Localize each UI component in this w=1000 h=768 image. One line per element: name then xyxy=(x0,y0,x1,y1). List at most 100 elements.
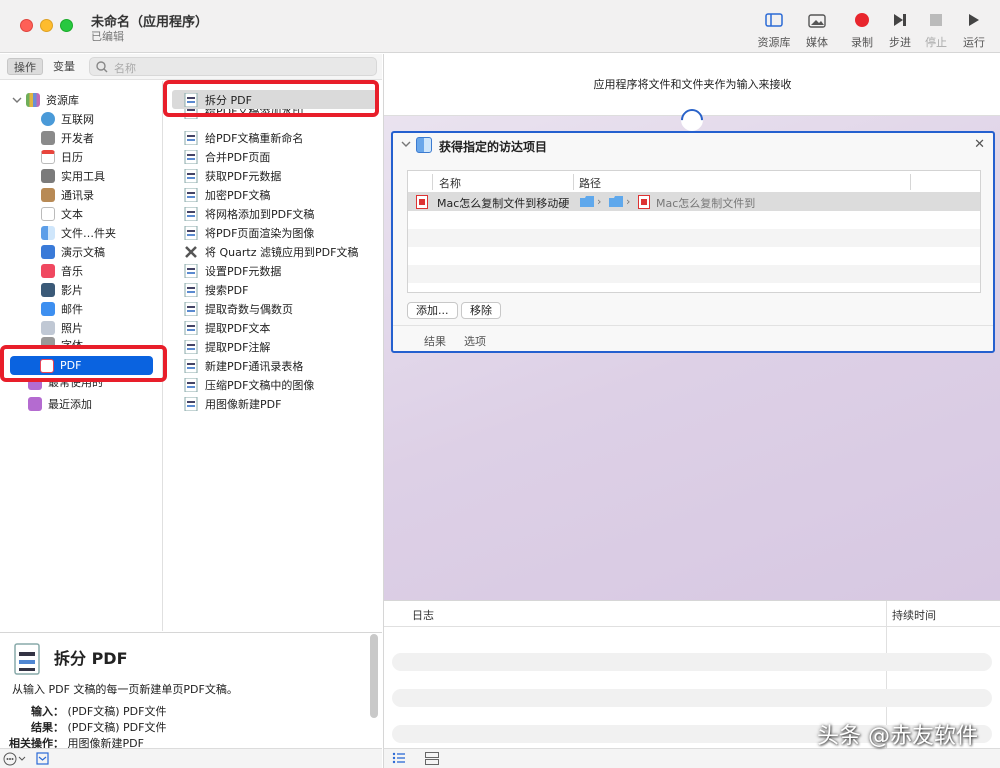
folder-icon xyxy=(609,196,623,207)
action-item[interactable]: 用图像新建PDF xyxy=(172,394,379,413)
action-item[interactable]: 压缩PDF文稿中的图像 xyxy=(172,375,379,394)
chevron-down-icon xyxy=(12,97,22,103)
chevron-down-icon[interactable] xyxy=(401,139,411,149)
photo-icon xyxy=(808,13,826,28)
search-input[interactable]: 名称 xyxy=(89,57,377,76)
tab-actions[interactable]: 操作 xyxy=(7,58,43,75)
contacts-icon xyxy=(41,187,55,202)
close-icon[interactable]: ✕ xyxy=(974,137,985,152)
pdf-action-icon xyxy=(184,149,198,164)
finder-icon xyxy=(416,137,432,153)
column-name[interactable]: 名称 xyxy=(439,175,461,191)
tab-variables[interactable]: 变量 xyxy=(47,58,81,75)
workflow-area[interactable]: 应用程序将文件和文件夹作为输入来接收 获得指定的访达项目 ✕ 名称 路径 Mac… xyxy=(383,54,1000,600)
title-bar: 未命名（应用程序） 已编辑 资源库 媒体 录制 步进 停止 运行 xyxy=(0,0,1000,53)
pdf-action-icon xyxy=(184,282,198,297)
action-item[interactable]: 新建PDF通讯录表格 xyxy=(172,356,379,375)
sidebar-item-developer[interactable]: 开发者 xyxy=(41,128,161,147)
sidebar-item-text[interactable]: 文本 xyxy=(41,204,161,223)
minimize-window-button[interactable] xyxy=(40,19,53,32)
description-result: 结果： (PDF文稿) PDF文件 xyxy=(31,721,167,734)
action-item[interactable]: 合并PDF页面 xyxy=(172,147,379,166)
action-item[interactable]: 将网格添加到PDF文稿 xyxy=(172,204,379,223)
column-duration[interactable]: 持续时间 xyxy=(892,607,936,623)
pdf-action-icon xyxy=(184,263,198,278)
globe-icon xyxy=(41,111,55,126)
pdf-action-icon xyxy=(184,377,198,392)
tab-results[interactable]: 结果 xyxy=(424,333,446,349)
pdf-action-icon xyxy=(184,168,198,183)
pdf-action-icon xyxy=(184,187,198,202)
pdf-action-icon xyxy=(184,320,198,335)
table-row[interactable]: Mac怎么复制文件到移动硬 › › Mac怎么复制文件到 xyxy=(408,193,980,211)
media-button[interactable]: 媒体 xyxy=(793,10,841,50)
row-path: Mac怎么复制文件到 xyxy=(656,197,756,210)
step-forward-icon xyxy=(894,14,906,26)
action-menu-icon[interactable] xyxy=(3,752,29,766)
pdf-action-icon xyxy=(184,206,198,221)
close-window-button[interactable] xyxy=(20,19,33,32)
pdf-action-icon xyxy=(184,130,198,145)
text-document-icon xyxy=(41,206,55,221)
mail-icon xyxy=(41,301,55,316)
split-view-icon[interactable] xyxy=(425,752,439,765)
window-subtitle: 已编辑 xyxy=(91,30,124,43)
remove-button[interactable]: 移除 xyxy=(461,302,501,319)
table-header: 名称 路径 xyxy=(408,171,980,193)
sidebar-item-utilities[interactable]: 实用工具 xyxy=(41,166,161,185)
tools-icon xyxy=(41,130,55,145)
sidebar-item-mail[interactable]: 邮件 xyxy=(41,299,161,318)
description-title: 拆分 PDF xyxy=(54,649,128,668)
watermark: 头条 @赤友软件 xyxy=(817,724,978,749)
sidebar-item-calendar[interactable]: 日历 xyxy=(41,147,161,166)
finder-items-table[interactable]: 名称 路径 Mac怎么复制文件到移动硬 › › Mac怎么复制文件到 xyxy=(407,170,981,293)
action-item[interactable]: 搜索PDF xyxy=(172,280,379,299)
sidebar-item-presentations[interactable]: 演示文稿 xyxy=(41,242,161,261)
description-related: 相关操作： 用图像新建PDF xyxy=(9,737,144,748)
action-item[interactable]: 提取PDF注解 xyxy=(172,337,379,356)
run-button[interactable]: 运行 xyxy=(950,10,998,50)
tab-options[interactable]: 选项 xyxy=(464,333,486,349)
sidebar-item-internet[interactable]: 互联网 xyxy=(41,109,161,128)
split-pdf-icon xyxy=(14,643,40,675)
sidebar-item-recently-added[interactable]: 最近添加 xyxy=(28,394,158,413)
sidebar-item-music[interactable]: 音乐 xyxy=(41,261,161,280)
column-path[interactable]: 路径 xyxy=(579,175,601,191)
library-toolbar: 操作 变量 名称 xyxy=(0,54,382,80)
action-item[interactable]: 将 Quartz 滤镜应用到PDF文稿 xyxy=(172,242,379,261)
film-icon xyxy=(41,282,55,297)
action-item[interactable]: 设置PDF元数据 xyxy=(172,261,379,280)
tools-icon xyxy=(184,245,198,259)
library-root[interactable]: 资源库 xyxy=(12,90,162,109)
calendar-icon xyxy=(41,149,55,164)
library-icon xyxy=(26,92,40,107)
finder-icon xyxy=(41,225,55,240)
action-item[interactable]: 加密PDF文稿 xyxy=(172,185,379,204)
log-header: 日志 持续时间 xyxy=(384,601,1000,627)
pdf-action-icon xyxy=(184,358,198,373)
action-item[interactable]: 将PDF页面渲染为图像 xyxy=(172,223,379,242)
description-toggle-icon[interactable] xyxy=(36,752,49,765)
sidebar-icon xyxy=(765,13,783,27)
pdf-action-icon xyxy=(184,396,198,411)
library-button[interactable]: 资源库 xyxy=(750,10,798,50)
get-finder-items-action[interactable]: 获得指定的访达项目 ✕ 名称 路径 Mac怎么复制文件到移动硬 › › Mac怎… xyxy=(391,131,995,353)
description-text: 从输入 PDF 文稿的每一页新建单页PDF文稿。 xyxy=(12,683,238,696)
sidebar-item-contacts[interactable]: 通讯录 xyxy=(41,185,161,204)
action-title: 获得指定的访达项目 xyxy=(439,140,548,154)
action-item[interactable]: 给PDF文稿重新命名 xyxy=(172,128,379,147)
column-log[interactable]: 日志 xyxy=(412,607,434,623)
add-button[interactable]: 添加... xyxy=(407,302,458,319)
sidebar-item-movies[interactable]: 影片 xyxy=(41,280,161,299)
action-item[interactable]: 获取PDF元数据 xyxy=(172,166,379,185)
list-view-icon[interactable] xyxy=(392,752,406,764)
zoom-window-button[interactable] xyxy=(60,19,73,32)
play-icon xyxy=(969,14,979,26)
description-scrollbar[interactable] xyxy=(370,634,378,718)
smart-folder-icon xyxy=(28,396,42,411)
action-item[interactable]: 提取奇数与偶数页 xyxy=(172,299,379,318)
music-icon xyxy=(41,263,55,278)
sidebar-item-files-folders[interactable]: 文件…件夹 xyxy=(41,223,161,242)
sidebar-item-photos[interactable]: 照片 xyxy=(41,318,161,337)
action-item[interactable]: 提取PDF文本 xyxy=(172,318,379,337)
